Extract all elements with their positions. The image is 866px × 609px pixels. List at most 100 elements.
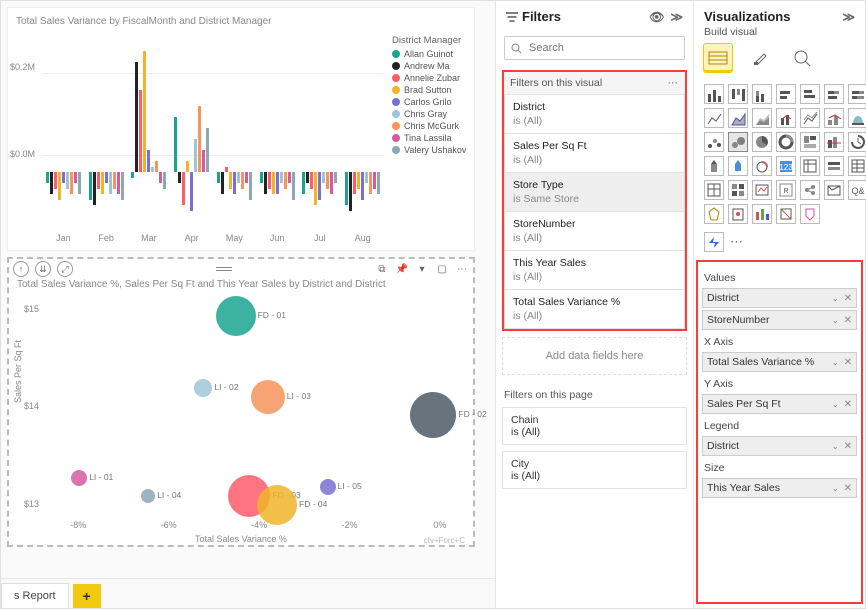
bar[interactable] xyxy=(373,172,376,188)
viz-type-icon[interactable] xyxy=(752,132,772,152)
bubble[interactable] xyxy=(320,479,336,495)
viz-type-icon[interactable] xyxy=(776,108,796,128)
bar[interactable] xyxy=(135,62,138,172)
remove-field-icon[interactable]: ✕ xyxy=(844,357,852,368)
remove-field-icon[interactable]: ✕ xyxy=(844,293,852,304)
bar[interactable] xyxy=(365,172,368,183)
viz-type-icon[interactable] xyxy=(728,108,748,128)
well-field[interactable]: Sales Per Sq Ft⌄✕ xyxy=(702,394,857,414)
bubble[interactable] xyxy=(257,485,297,525)
viz-type-icon[interactable] xyxy=(848,108,866,128)
filter-card[interactable]: Store Typeis Same Store xyxy=(504,172,685,212)
bar[interactable] xyxy=(93,172,96,205)
viz-type-icon[interactable] xyxy=(848,132,866,152)
viz-type-icon[interactable] xyxy=(704,156,724,176)
bar[interactable] xyxy=(272,172,275,194)
search-box[interactable] xyxy=(504,36,685,60)
viz-type-icon[interactable] xyxy=(800,84,820,104)
bar[interactable] xyxy=(66,172,69,188)
bar[interactable] xyxy=(322,172,325,183)
filter-card[interactable]: Cityis (All) xyxy=(502,451,687,489)
bar[interactable] xyxy=(117,172,120,194)
bar[interactable] xyxy=(264,172,267,194)
bar[interactable] xyxy=(151,167,154,172)
viz-type-icon[interactable] xyxy=(824,108,844,128)
bar[interactable] xyxy=(70,172,73,194)
bar[interactable] xyxy=(221,172,224,194)
viz-type-icon[interactable] xyxy=(800,204,820,224)
bar[interactable] xyxy=(245,172,248,183)
viz-type-icon[interactable] xyxy=(704,108,724,128)
bar[interactable] xyxy=(345,172,348,205)
viz-type-icon[interactable] xyxy=(752,180,772,200)
bar[interactable] xyxy=(241,172,244,188)
chevron-down-icon[interactable]: ⌄ xyxy=(832,316,839,325)
legend-item[interactable]: Annelie Zubar xyxy=(392,73,470,83)
legend-item[interactable]: Chris McGurk xyxy=(392,121,470,131)
bar[interactable] xyxy=(190,172,193,210)
filter-card[interactable]: Districtis (All) xyxy=(504,94,685,134)
viz-type-icon[interactable] xyxy=(776,132,796,152)
eye-icon[interactable]: 👁 xyxy=(649,10,664,24)
viz-type-icon[interactable] xyxy=(704,132,724,152)
viz-type-icon[interactable] xyxy=(848,84,866,104)
copy-icon[interactable]: ⧉ xyxy=(375,262,389,276)
viz-type-icon[interactable] xyxy=(824,156,844,176)
bar[interactable] xyxy=(178,172,181,183)
viz-type-icon[interactable] xyxy=(848,156,866,176)
legend-item[interactable]: Chris Gray xyxy=(392,109,470,119)
viz-type-icon[interactable] xyxy=(728,180,748,200)
remove-field-icon[interactable]: ✕ xyxy=(844,315,852,326)
viz-type-icon[interactable] xyxy=(800,156,820,176)
bar[interactable] xyxy=(229,172,232,188)
scatter-chart-visual[interactable]: ↑ ⇊ ⤢ ⧉ 📌 ▾ ▢ ⋯ Total Sales Variance %, … xyxy=(7,257,475,547)
bar[interactable] xyxy=(89,172,92,199)
bubble[interactable] xyxy=(410,392,456,438)
bar[interactable] xyxy=(334,172,337,183)
bar[interactable] xyxy=(349,172,352,210)
bar[interactable] xyxy=(113,172,116,188)
bar[interactable] xyxy=(202,150,205,172)
bar[interactable] xyxy=(174,117,177,172)
viz-type-icon[interactable]: R xyxy=(776,180,796,200)
chevron-down-icon[interactable]: ⌄ xyxy=(832,442,839,451)
build-tab-format[interactable] xyxy=(746,44,774,72)
bar[interactable] xyxy=(143,51,146,172)
bar[interactable] xyxy=(326,172,329,188)
bar[interactable] xyxy=(58,172,61,199)
filter-icon[interactable]: ▾ xyxy=(415,262,429,276)
bar[interactable] xyxy=(377,172,380,194)
bar[interactable] xyxy=(50,172,53,194)
bar[interactable] xyxy=(353,172,356,194)
bar[interactable] xyxy=(78,172,81,194)
viz-more-icon[interactable]: ⋯ xyxy=(730,234,744,250)
bar[interactable] xyxy=(249,172,252,199)
viz-type-icon[interactable] xyxy=(776,204,796,224)
bar[interactable] xyxy=(105,172,108,183)
drill-up-icon[interactable]: ↑ xyxy=(13,261,29,277)
search-input[interactable] xyxy=(527,41,678,55)
bubble[interactable] xyxy=(251,380,285,414)
build-tab-analytics[interactable] xyxy=(788,44,816,72)
chevron-down-icon[interactable]: ⌄ xyxy=(832,400,839,409)
filter-card[interactable]: Chainis (All) xyxy=(502,407,687,445)
viz-type-icon[interactable] xyxy=(728,84,748,104)
viz-type-icon[interactable] xyxy=(800,132,820,152)
bar[interactable] xyxy=(217,172,220,183)
pin-icon[interactable]: 📌 xyxy=(395,262,409,276)
bar[interactable] xyxy=(233,172,236,194)
viz-type-icon[interactable] xyxy=(704,204,724,224)
well-field[interactable]: This Year Sales⌄✕ xyxy=(702,478,857,498)
viz-type-icon[interactable] xyxy=(824,132,844,152)
bar[interactable] xyxy=(284,172,287,188)
viz-type-icon[interactable] xyxy=(800,108,820,128)
viz-collapse-icon[interactable]: ≫ xyxy=(842,10,855,24)
well-field[interactable]: District⌄✕ xyxy=(702,436,857,456)
viz-type-icon[interactable] xyxy=(704,84,724,104)
bar[interactable] xyxy=(194,139,197,172)
bar[interactable] xyxy=(54,172,57,188)
tab-report[interactable]: s Report xyxy=(1,583,69,608)
bar[interactable] xyxy=(260,172,263,183)
bar[interactable] xyxy=(131,172,134,177)
bar[interactable] xyxy=(330,172,333,194)
